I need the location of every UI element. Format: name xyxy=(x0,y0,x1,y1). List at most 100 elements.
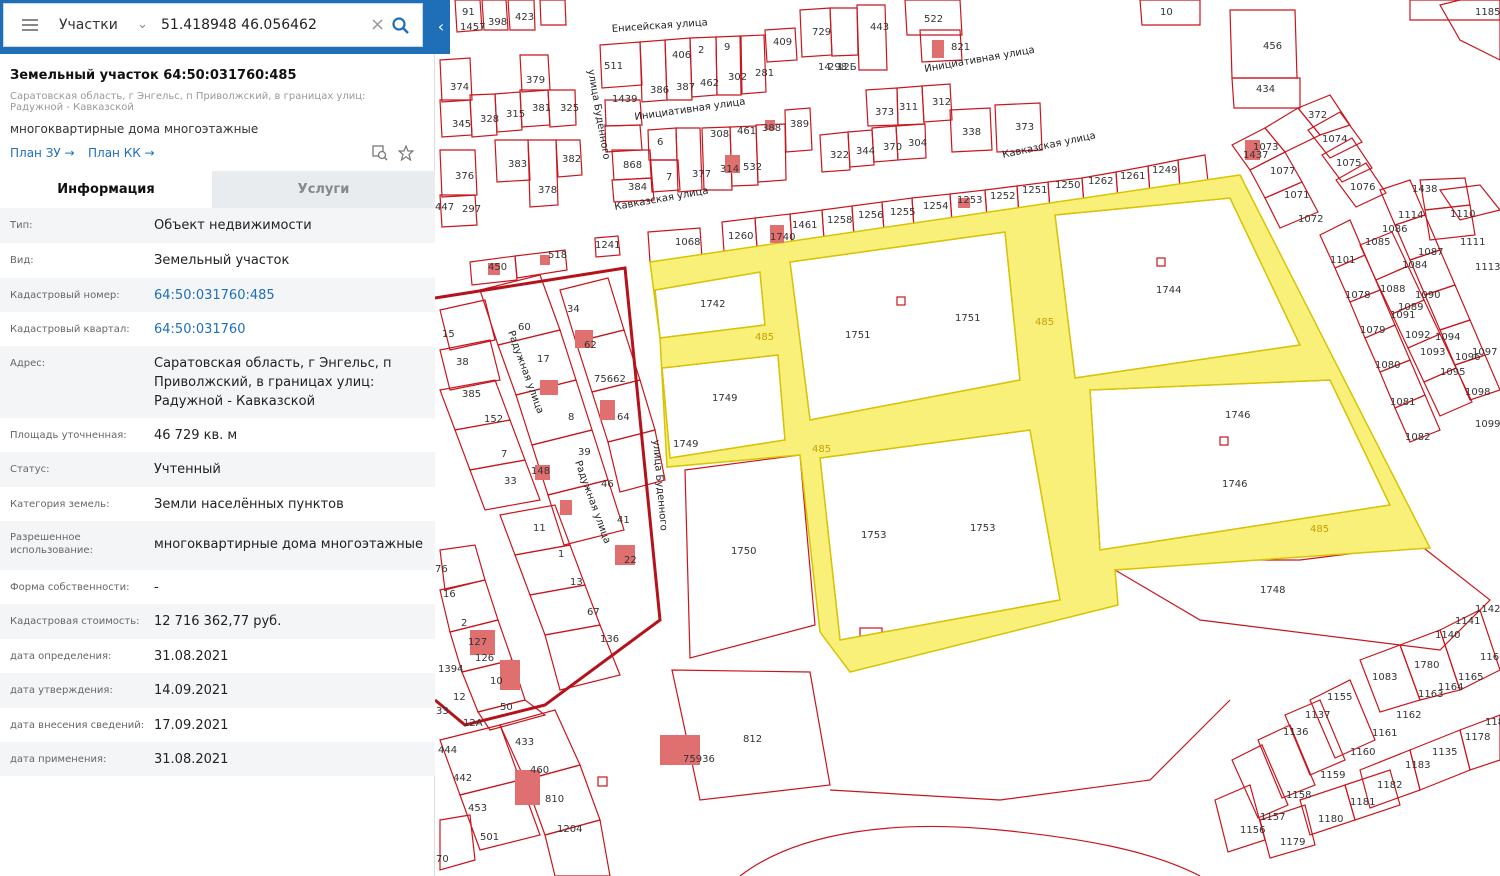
parcel-number: 1164 xyxy=(1438,682,1463,693)
parcel-number: 409 xyxy=(773,37,792,48)
parcel-number: 1438 xyxy=(1412,184,1437,195)
collapse-panel-button[interactable]: ‹ xyxy=(432,0,450,54)
info-row-value: 17.09.2021 xyxy=(154,718,229,733)
parcel-number: 10 xyxy=(1160,7,1173,18)
layer-select[interactable]: Участки xyxy=(59,17,118,33)
search-icon[interactable] xyxy=(392,17,410,35)
star-icon[interactable] xyxy=(398,145,414,161)
parcel-number: 398 xyxy=(488,17,507,28)
parcel-number: 1749 xyxy=(712,393,737,404)
search-input[interactable]: 51.418948 46.056462 xyxy=(161,17,317,33)
parcel-number: 1255 xyxy=(890,207,915,218)
parcel-number: 1085 xyxy=(1365,237,1390,248)
info-row-value: Земли населённых пунктов xyxy=(154,497,344,512)
parcel-number: 1749 xyxy=(673,439,698,450)
parcel-number: 1093 xyxy=(1420,347,1445,358)
info-row: Разрешенное использование: многоквартирны… xyxy=(0,521,435,570)
info-row-key: дата утверждения: xyxy=(10,685,113,696)
parcel-number: 1114 xyxy=(1398,210,1423,221)
parcel-number: 9 xyxy=(724,42,730,53)
parcel-number: 1084 xyxy=(1402,260,1427,271)
close-icon[interactable]: × xyxy=(370,14,385,35)
parcel-number: 379 xyxy=(526,75,545,86)
parcel-number: 1241 xyxy=(595,240,620,251)
info-row: Площадь уточненная: 46 729 кв. м xyxy=(0,418,435,452)
parcel-number: 1753 xyxy=(861,530,886,541)
parcel-number: 1160 xyxy=(1350,747,1375,758)
tab-bar: Информация Услуги xyxy=(0,171,435,208)
parcel-number: 450 xyxy=(488,262,507,273)
parcel-number: 462 xyxy=(700,78,719,89)
parcel-number: 41 xyxy=(617,515,630,526)
parcel-number: 1181 xyxy=(1350,797,1375,808)
parcel-number: 11 xyxy=(533,523,546,534)
parcel-number: 383 xyxy=(508,159,527,170)
parcel-number: 373 xyxy=(1015,122,1034,133)
plan-kk-link[interactable]: План КК → xyxy=(88,146,155,160)
parcel-number: 7 xyxy=(666,172,672,183)
parcel-number: 1071 xyxy=(1284,190,1309,201)
parcel-number: 1077 xyxy=(1270,166,1295,177)
parcel-number: 1746 xyxy=(1222,479,1247,490)
parcel-number: 1780 xyxy=(1414,660,1439,671)
parcel-number: 1166 xyxy=(1480,652,1500,663)
parcel-number: 148 xyxy=(531,466,550,477)
parcel-number: 433 xyxy=(515,737,534,748)
info-row-value: 31.08.2021 xyxy=(154,649,229,664)
parcel-number: 388 xyxy=(762,123,781,134)
parcel-number: 1076 xyxy=(1350,182,1375,193)
parcel-number: 1086 xyxy=(1382,224,1407,235)
info-row: дата определения: 31.08.2021 xyxy=(0,639,435,673)
parcel-number: 501 xyxy=(480,832,499,843)
info-row-key: Кадастровый квартал: xyxy=(10,324,130,335)
info-row-key: Категория земель: xyxy=(10,499,110,510)
parcel-number: 453 xyxy=(468,803,487,814)
parcel-number: 1162 xyxy=(1396,710,1421,721)
parcel-number: 7 xyxy=(501,449,507,460)
info-row-key: Адрес: xyxy=(10,358,46,369)
tab-info[interactable]: Информация xyxy=(0,171,212,208)
parcel-number: 1179 xyxy=(1280,837,1305,848)
parcel-number: 1097 xyxy=(1472,347,1497,358)
parcel-number: 1157 xyxy=(1260,812,1285,823)
parcel-number: 12А xyxy=(463,718,483,729)
plan-zu-link[interactable]: План ЗУ → xyxy=(10,146,75,160)
chevron-down-icon[interactable]: ⌄ xyxy=(137,17,148,32)
parcel-number: 821 xyxy=(951,42,970,53)
parcel-number: 1113 xyxy=(1475,262,1500,273)
parcel-number: 381 xyxy=(532,103,551,114)
info-row-value: многоквартирные дома многоэтажные xyxy=(154,537,423,552)
info-row: дата утверждения: 14.09.2021 xyxy=(0,673,435,708)
parcel-number: 12 xyxy=(453,692,466,703)
info-row: Вид: Земельный участок xyxy=(0,243,435,278)
parcel-number: 387 xyxy=(676,82,695,93)
parcel-number: 1094 xyxy=(1435,332,1460,343)
parcel-number: 1251 xyxy=(1022,185,1047,196)
parcel-number: 1254 xyxy=(923,201,948,212)
cadastral-link[interactable]: 64:50:031760 xyxy=(154,320,424,339)
cadastral-link[interactable]: 64:50:031760:485 xyxy=(154,286,424,305)
tab-services[interactable]: Услуги xyxy=(212,171,435,208)
parcel-number: 8 xyxy=(568,412,574,423)
parcel-number: 60 xyxy=(518,322,531,333)
menu-icon[interactable] xyxy=(22,19,38,31)
parcel-number: 370 xyxy=(883,142,902,153)
info-row-key: Форма собственности: xyxy=(10,582,130,593)
parcel-number: 1182 xyxy=(1377,780,1402,791)
parcel-number: 136 xyxy=(600,634,619,645)
parcel-number: 1083 xyxy=(1372,672,1397,683)
zoom-to-icon[interactable] xyxy=(372,145,388,161)
parcel-number: 1183 xyxy=(1405,760,1430,771)
search-box[interactable]: Участки ⌄ 51.418948 46.056462 × xyxy=(3,3,423,47)
parcel-number: 33 xyxy=(436,706,449,717)
parcel-number: 1140 xyxy=(1435,630,1460,641)
info-row: Кадастровая стоимость: 12 716 362,77 руб. xyxy=(0,604,435,639)
parcel-number: 75936 xyxy=(683,754,715,765)
parcel-address: Саратовская область, г Энгельс, п Привол… xyxy=(10,91,366,113)
parcel-number: 345 xyxy=(452,119,471,130)
parcel-number: 322 xyxy=(830,150,849,161)
parcel-number: 1461 xyxy=(792,220,817,231)
parcel-number: 1087 xyxy=(1418,247,1443,258)
parcel-number: 16 xyxy=(443,589,456,600)
parcel-number: 1204 xyxy=(557,824,582,835)
